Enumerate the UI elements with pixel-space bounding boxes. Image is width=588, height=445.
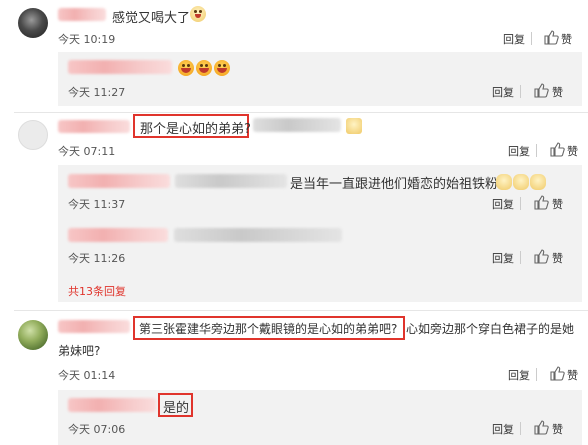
reply-button[interactable]: 回复 [492, 84, 514, 100]
reply-button[interactable]: 回复 [508, 367, 530, 383]
action-separator [520, 197, 521, 210]
reply-time: 今天 07:06 [68, 423, 126, 436]
comment-divider [14, 310, 588, 311]
avatar[interactable] [18, 320, 48, 350]
avatar[interactable] [18, 120, 48, 150]
reply-time: 今天 11:37 [68, 198, 126, 211]
thumbs-up-icon[interactable] [549, 365, 565, 381]
reply-username-blurred[interactable] [68, 398, 156, 412]
username-blurred[interactable] [58, 120, 130, 133]
reply-time: 今天 11:27 [68, 86, 126, 99]
reply-button[interactable]: 回复 [492, 421, 514, 437]
like-button[interactable]: 赞 [552, 84, 563, 100]
thumbs-up-icon[interactable] [533, 248, 549, 264]
reply-button[interactable]: 回复 [508, 143, 530, 159]
reply-username-blurred[interactable] [68, 228, 168, 242]
action-separator [520, 422, 521, 435]
comment-time: 今天 07:11 [58, 145, 116, 158]
comment-text: 感觉又喝大了 [112, 11, 191, 26]
comment-text: 心如旁边那个穿白色裙子的是她 [406, 322, 575, 336]
laugh-emoji-icon [214, 60, 230, 76]
like-button[interactable]: 赞 [552, 421, 563, 437]
like-button[interactable]: 赞 [567, 367, 578, 383]
action-separator [531, 32, 532, 45]
reply-button[interactable]: 回复 [492, 196, 514, 212]
like-button[interactable]: 赞 [567, 143, 578, 159]
blurred-text [174, 228, 342, 242]
thumbs-up-icon[interactable] [533, 194, 549, 210]
thumbs-up-icon[interactable] [549, 141, 565, 157]
username-blurred[interactable] [58, 320, 130, 333]
comment-text-line2: 弟妹吧? [58, 344, 101, 358]
comment-time: 今天 01:14 [58, 369, 116, 382]
comment-text: 那个是心如的弟弟? [140, 122, 251, 137]
clap-emoji-icon [530, 174, 546, 190]
blurred-text [175, 174, 287, 188]
comment-time: 今天 10:19 [58, 33, 116, 46]
reply-username-blurred[interactable] [68, 60, 172, 74]
comment-text-highlighted: 第三张霍建华旁边那个戴眼镜的是心如的弟弟吧? [139, 322, 398, 336]
avatar[interactable] [18, 8, 48, 38]
emoji-icon [346, 118, 362, 134]
thumbs-up-icon[interactable] [543, 29, 559, 45]
reply-text: 是的 [163, 401, 190, 416]
clap-emoji-icon [496, 174, 512, 190]
reply-button[interactable]: 回复 [503, 31, 525, 47]
like-button[interactable]: 赞 [561, 31, 572, 47]
more-replies-link[interactable]: 共13条回复 [68, 283, 126, 299]
thumbs-up-icon[interactable] [533, 82, 549, 98]
thumbs-up-icon[interactable] [533, 419, 549, 435]
reply-text: 是当年一直跟进他们婚恋的始祖铁粉吗 [290, 177, 512, 192]
laugh-emoji-icon [196, 60, 212, 76]
laugh-emoji-icon [190, 6, 206, 22]
action-separator [536, 368, 537, 381]
action-separator [520, 85, 521, 98]
action-separator [536, 144, 537, 157]
like-button[interactable]: 赞 [552, 250, 563, 266]
reply-time: 今天 11:26 [68, 252, 126, 265]
laugh-emoji-icon [178, 60, 194, 76]
blurred-text [253, 118, 341, 132]
action-separator [520, 251, 521, 264]
reply-button[interactable]: 回复 [492, 250, 514, 266]
like-button[interactable]: 赞 [552, 196, 563, 212]
username-blurred[interactable] [58, 8, 106, 21]
comment-divider [14, 112, 588, 113]
reply-username-blurred[interactable] [68, 174, 170, 188]
clap-emoji-icon [513, 174, 529, 190]
